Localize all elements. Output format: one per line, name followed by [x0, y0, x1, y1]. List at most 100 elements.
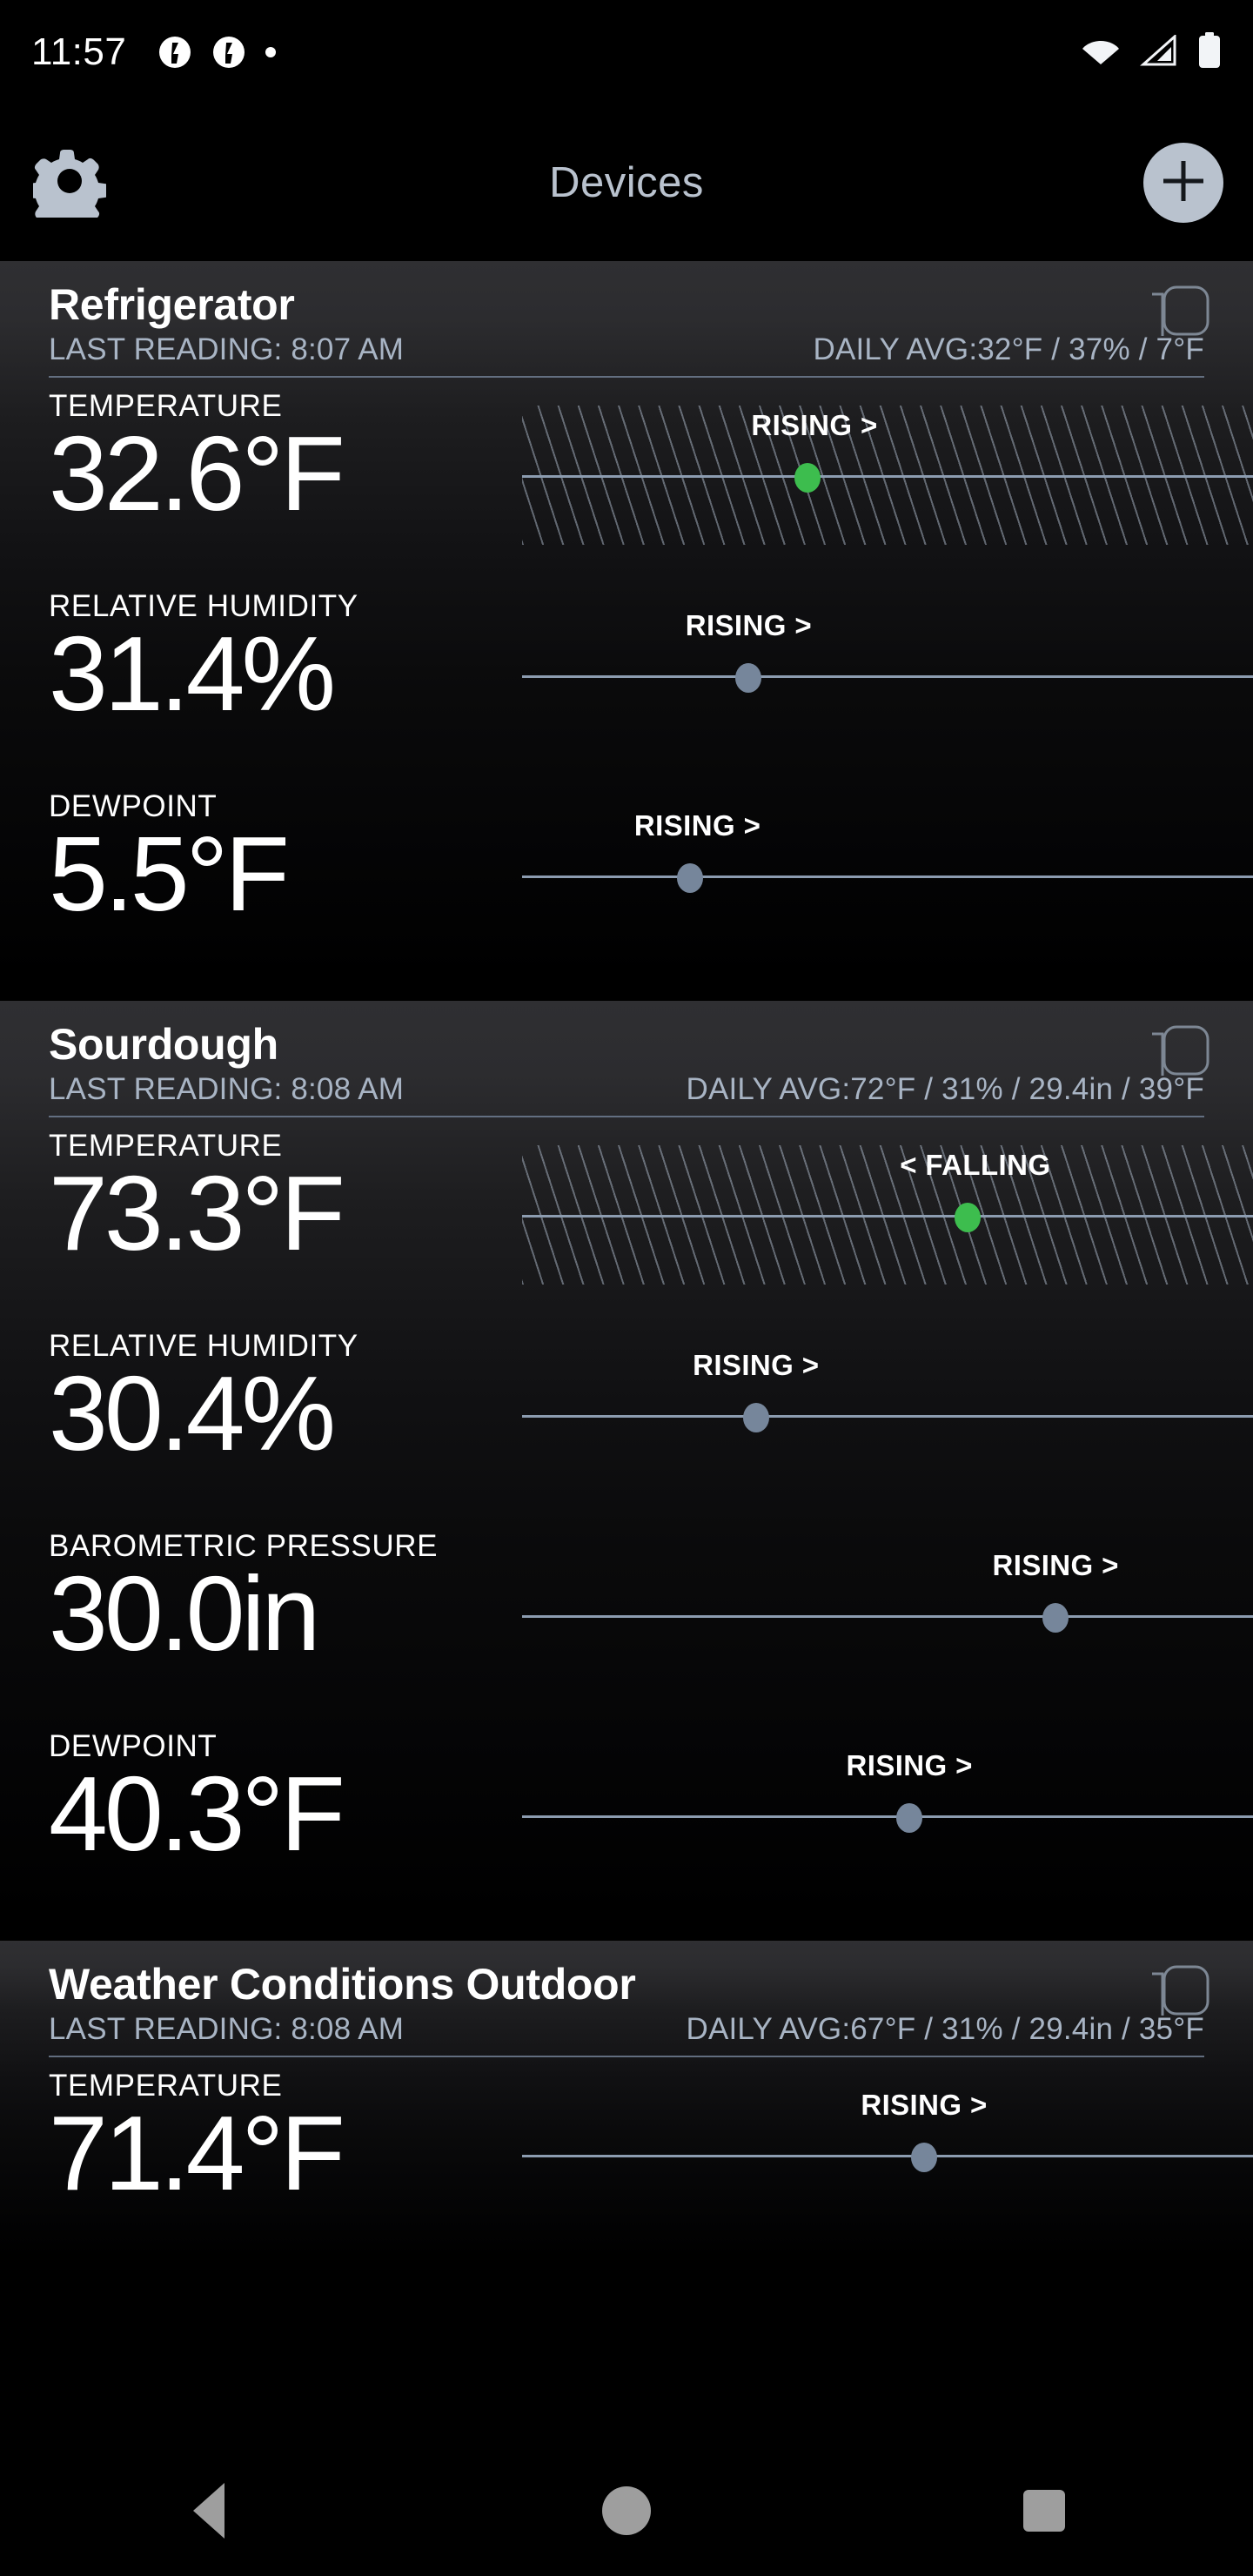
app-header: Devices [0, 104, 1253, 261]
status-bar-notification-icons [157, 35, 277, 70]
gauge-track [522, 675, 1253, 678]
metric-row[interactable]: RELATIVE HUMIDITY 31.4% RISING > [0, 578, 1253, 778]
status-bar-system-icons [1081, 31, 1222, 73]
sensor-device-icon[interactable] [1143, 1022, 1211, 1079]
metric-row[interactable]: TEMPERATURE 32.6°F RISING > [0, 378, 1253, 578]
metric-value: 30.4% [49, 1353, 336, 1472]
wifi-icon [1081, 35, 1121, 70]
device-card-header: Refrigerator LAST READING: 8:07 AM DAILY A… [0, 261, 1253, 376]
gauge-track [522, 1815, 1253, 1818]
metric-gauge[interactable]: RISING > [522, 1546, 1253, 1702]
metric-readout: RELATIVE HUMIDITY 31.4% [0, 589, 522, 733]
device-card-subheader: LAST READING: 8:08 AM DAILY AVG:72°F / 31… [49, 1072, 1204, 1116]
page-title: Devices [549, 159, 704, 206]
sensor-device-icon[interactable] [1143, 282, 1211, 339]
metric-readout: BAROMETRIC PRESSURE 30.0in [0, 1529, 522, 1673]
settings-button[interactable] [26, 143, 110, 231]
device-list: Refrigerator LAST READING: 8:07 AM DAILY A… [0, 261, 1253, 2257]
nav-back-button[interactable] [144, 2445, 274, 2576]
gauge-trend-label[interactable]: RISING > [861, 2089, 987, 2122]
device-card-subheader: LAST READING: 8:07 AM DAILY AVG:32°F / 37… [49, 332, 1204, 376]
back-triangle-icon [193, 2483, 224, 2539]
device-card[interactable]: Sourdough LAST READING: 8:08 AM DAILY AVG:… [0, 1001, 1253, 1918]
plus-icon [1157, 155, 1209, 211]
metric-value: 40.3°F [49, 1754, 345, 1873]
gauge-value-marker[interactable] [896, 1803, 923, 1833]
device-card-header: Sourdough LAST READING: 8:08 AM DAILY AVG:… [0, 1001, 1253, 1116]
home-circle-icon [602, 2486, 651, 2535]
device-name: Refrigerator [49, 280, 295, 329]
last-reading-text: LAST READING: 8:08 AM [49, 2012, 405, 2046]
battery-icon [1197, 31, 1222, 73]
status-bar: 11:57 [0, 0, 1253, 104]
gauge-value-marker[interactable] [955, 1203, 982, 1232]
last-reading-text: LAST READING: 8:07 AM [49, 332, 405, 366]
metric-row[interactable]: DEWPOINT 5.5°F RISING > [0, 778, 1253, 978]
device-name: Weather Conditions Outdoor [49, 1960, 636, 2009]
metric-readout: DEWPOINT 5.5°F [0, 789, 522, 933]
gauge-track [522, 875, 1253, 878]
metric-row[interactable]: BAROMETRIC PRESSURE 30.0in RISING > [0, 1518, 1253, 1718]
gauge-value-marker[interactable] [794, 463, 821, 493]
gauge-value-marker[interactable] [677, 863, 704, 893]
daily-average-text: DAILY AVG:72°F / 31% / 29.4in / 39°F [686, 1072, 1204, 1106]
daily-average-text: DAILY AVG:67°F / 31% / 29.4in / 35°F [686, 2012, 1204, 2046]
device-card-header: Weather Conditions Outdoor LAST READING: … [0, 1941, 1253, 2056]
app-screen: 11:57 Devices Refrigerator LAST READING:… [0, 0, 1253, 2576]
metric-readout: TEMPERATURE 71.4°F [0, 2069, 522, 2212]
metric-readout: RELATIVE HUMIDITY 30.4% [0, 1329, 522, 1472]
metric-readout: TEMPERATURE 32.6°F [0, 389, 522, 533]
metric-value: 32.6°F [49, 413, 345, 533]
cellular-signal-icon [1140, 33, 1178, 70]
gauge-value-marker[interactable] [1042, 1603, 1069, 1633]
metric-row[interactable]: TEMPERATURE 71.4°F RISING > [0, 2057, 1253, 2257]
add-device-button[interactable] [1143, 143, 1223, 223]
device-name: Sourdough [49, 1020, 278, 1069]
recents-square-icon [1023, 2490, 1065, 2532]
nav-recents-button[interactable] [979, 2445, 1109, 2576]
android-nav-bar [0, 2445, 1253, 2576]
device-card-subheader: LAST READING: 8:08 AM DAILY AVG:67°F / 31… [49, 2012, 1204, 2056]
gauge-track [522, 475, 1253, 478]
metric-value: 30.0in [49, 1553, 320, 1673]
device-card[interactable]: Refrigerator LAST READING: 8:07 AM DAILY A… [0, 261, 1253, 978]
metric-gauge[interactable]: RISING > [522, 1345, 1253, 1502]
metric-row[interactable]: TEMPERATURE 73.3°F < FALLING [0, 1117, 1253, 1318]
last-reading-text: LAST READING: 8:08 AM [49, 1072, 405, 1106]
metric-value: 71.4°F [49, 2093, 345, 2212]
gauge-value-marker[interactable] [911, 2143, 937, 2172]
gauge-trend-label[interactable]: < FALLING [900, 1149, 1050, 1182]
device-card[interactable]: Weather Conditions Outdoor LAST READING: … [0, 1941, 1253, 2257]
notification-dot-icon [265, 47, 277, 57]
metric-value: 73.3°F [49, 1153, 345, 1272]
gear-icon [26, 144, 108, 231]
metric-gauge[interactable]: RISING > [522, 2085, 1253, 2242]
gauge-trend-label[interactable]: RISING > [751, 409, 877, 442]
sensor-device-icon[interactable] [1143, 1962, 1211, 2019]
metric-gauge[interactable]: RISING > [522, 806, 1253, 963]
gauge-trend-label[interactable]: RISING > [847, 1749, 973, 1782]
gauge-track [522, 1615, 1253, 1618]
app-notification-icon [211, 35, 246, 70]
status-bar-clock: 11:57 [31, 30, 127, 73]
gauge-track [522, 1415, 1253, 1418]
gauge-trend-label[interactable]: RISING > [693, 1349, 819, 1382]
gauge-trend-label[interactable]: RISING > [686, 609, 812, 642]
metric-value: 31.4% [49, 614, 336, 733]
metric-gauge[interactable]: RISING > [522, 606, 1253, 762]
gauge-value-marker[interactable] [735, 663, 762, 693]
metric-readout: DEWPOINT 40.3°F [0, 1729, 522, 1873]
metric-row[interactable]: RELATIVE HUMIDITY 30.4% RISING > [0, 1318, 1253, 1518]
gauge-value-marker[interactable] [742, 1403, 769, 1432]
gauge-track [522, 2155, 1253, 2157]
metric-readout: TEMPERATURE 73.3°F [0, 1129, 522, 1272]
nav-home-button[interactable] [561, 2445, 692, 2576]
metric-value: 5.5°F [49, 814, 290, 933]
metric-gauge[interactable]: < FALLING [522, 1145, 1253, 1302]
metric-row[interactable]: DEWPOINT 40.3°F RISING > [0, 1718, 1253, 1918]
metric-gauge[interactable]: RISING > [522, 1746, 1253, 1902]
metric-gauge[interactable]: RISING > [522, 406, 1253, 562]
gauge-trend-label[interactable]: RISING > [634, 809, 761, 842]
gauge-track [522, 1215, 1253, 1218]
gauge-trend-label[interactable]: RISING > [993, 1549, 1119, 1582]
